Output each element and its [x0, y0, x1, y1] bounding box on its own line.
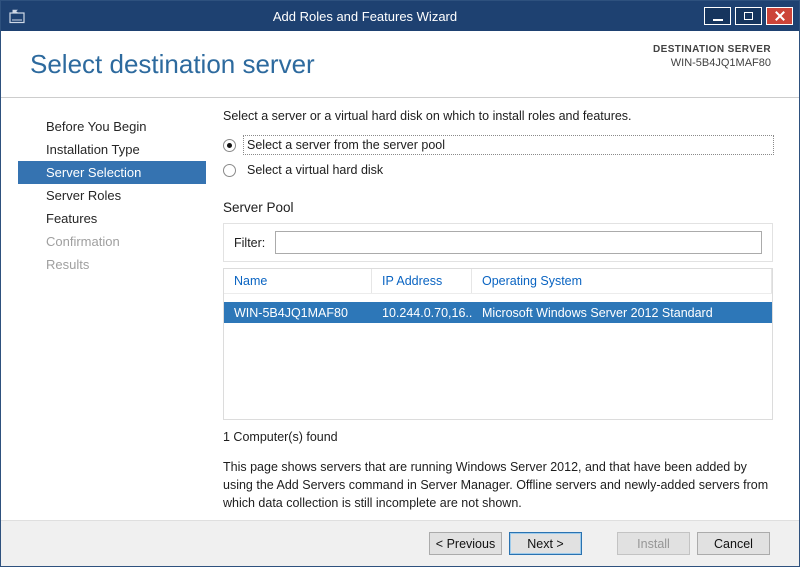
sidebar-item-installation-type[interactable]: Installation Type	[18, 138, 206, 161]
titlebar: Add Roles and Features Wizard	[1, 1, 799, 31]
filter-label: Filter:	[234, 235, 266, 250]
window-controls	[704, 7, 793, 25]
computer-count-text: 1 Computer(s) found	[223, 430, 338, 444]
destination-server-label: DESTINATION SERVER	[653, 44, 771, 55]
destination-server-block: DESTINATION SERVER WIN-5B4JQ1MAF80	[653, 44, 771, 69]
server-os-cell: Microsoft Windows Server 2012 Standard	[482, 305, 713, 320]
destination-server-value: WIN-5B4JQ1MAF80	[670, 57, 771, 69]
sidebar-item-confirmation: Confirmation	[46, 234, 120, 249]
table-header-row: Name IP Address Operating System	[224, 269, 772, 294]
radio-virtual-hard-disk-label: Select a virtual hard disk	[247, 163, 384, 177]
filter-group: Filter:	[223, 223, 773, 262]
table-row[interactable]: WIN-5B4JQ1MAF80 10.244.0.70,16... Micros…	[224, 302, 772, 323]
sidebar-item-before-you-begin[interactable]: Before You Begin	[18, 115, 206, 138]
maximize-button[interactable]	[735, 7, 762, 25]
sidebar-item-features[interactable]: Features	[18, 207, 206, 230]
previous-button[interactable]: < Previous	[429, 532, 502, 555]
column-header-ip-address[interactable]: IP Address	[372, 269, 472, 293]
filter-input[interactable]	[275, 231, 762, 254]
page-description: This page shows servers that are running…	[223, 460, 769, 511]
server-pool-heading: Server Pool	[223, 200, 294, 215]
window-title: Add Roles and Features Wizard	[272, 8, 458, 24]
sidebar-item-results: Results	[46, 257, 90, 272]
column-header-name[interactable]: Name	[224, 269, 372, 293]
close-icon	[774, 10, 786, 22]
wizard-content: Select a server or a virtual hard disk o…	[206, 98, 799, 521]
cancel-button[interactable]: Cancel	[697, 532, 770, 555]
minimize-icon	[712, 19, 723, 21]
wizard-window: Add Roles and Features Wizard Select des…	[0, 0, 800, 567]
server-name-cell: WIN-5B4JQ1MAF80	[234, 305, 348, 320]
next-button[interactable]: Next >	[509, 532, 582, 555]
wizard-body: Before You Begin Installation Type Serve…	[1, 98, 799, 521]
minimize-button[interactable]	[704, 7, 731, 25]
server-ip-cell: 10.244.0.70,16...	[382, 305, 472, 320]
wizard-header: Select destination server DESTINATION SE…	[1, 31, 799, 98]
install-button: Install	[617, 532, 690, 555]
sidebar-item-server-roles[interactable]: Server Roles	[18, 184, 206, 207]
page-title: Select destination server	[30, 49, 315, 79]
sidebar-item-server-selection[interactable]: Server Selection	[18, 161, 206, 184]
close-button[interactable]	[766, 7, 793, 25]
radio-server-pool-label: Select a server from the server pool	[243, 135, 774, 155]
server-pool-table: Name IP Address Operating System WIN-5B4…	[223, 268, 773, 420]
radio-unselected-icon	[223, 163, 236, 177]
radio-selected-icon	[223, 138, 236, 152]
radio-server-pool[interactable]: Select a server from the server pool	[223, 135, 774, 155]
column-header-operating-system[interactable]: Operating System	[472, 269, 772, 293]
radio-virtual-hard-disk[interactable]: Select a virtual hard disk	[223, 161, 773, 179]
intro-text: Select a server or a virtual hard disk o…	[223, 109, 632, 123]
maximize-icon	[744, 12, 753, 20]
wizard-footer: < Previous Next > Install Cancel	[1, 520, 799, 566]
wizard-steps-sidebar: Before You Begin Installation Type Serve…	[1, 98, 206, 521]
wizard-icon[interactable]	[9, 9, 26, 24]
